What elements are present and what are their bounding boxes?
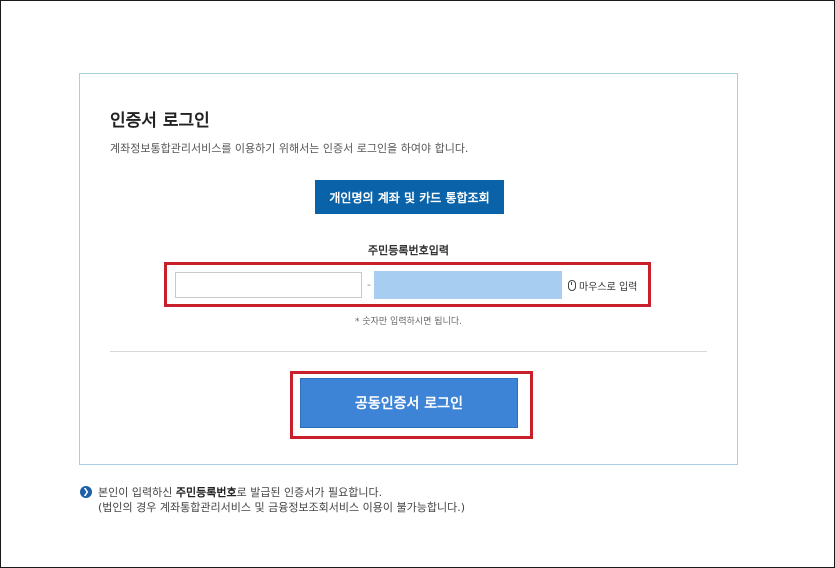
notice-line-2: (법인의 경우 계좌통합관리서비스 및 금융정보조회서비스 이용이 불가능합니다… xyxy=(98,501,466,514)
resident-number-separator: - xyxy=(367,278,371,291)
chevron-right-icon: ❯ xyxy=(80,486,92,498)
mouse-input-button[interactable]: 마우스로 입력 xyxy=(568,278,637,293)
mouse-icon xyxy=(568,280,576,291)
notice: ❯ 본인이 입력하신 주민등록번호로 발급된 인증서가 필요합니다. (법인의 … xyxy=(80,485,465,515)
notice-line-1-prefix: 본인이 입력하신 xyxy=(98,486,176,499)
numbers-only-hint: * 숫자만 입력하시면 됩니다. xyxy=(354,317,463,327)
notice-text: 본인이 입력하신 주민등록번호로 발급된 인증서가 필요합니다. (법인의 경우… xyxy=(98,485,465,515)
page-title: 인증서 로그인 xyxy=(110,111,210,131)
mouse-input-label: 마우스로 입력 xyxy=(579,282,638,293)
notice-line-1: 본인이 입력하신 주민등록번호로 발급된 인증서가 필요합니다. xyxy=(98,485,465,500)
certificate-login-button[interactable]: 공동인증서 로그인 xyxy=(300,378,518,428)
certificate-login-panel: 인증서 로그인 계좌정보통합관리서비스를 이용하기 위해서는 인증서 로그인을 … xyxy=(79,73,738,465)
resident-number-label: 주민등록번호입력 xyxy=(368,244,449,257)
notice-line-1-bold: 주민등록번호 xyxy=(175,486,237,499)
resident-number-front-input[interactable] xyxy=(175,272,362,298)
login-description: 계좌정보통합관리서비스를 이용하기 위해서는 인증서 로그인을 하여야 합니다. xyxy=(110,142,469,155)
personal-account-card-lookup-button[interactable]: 개인명의 계좌 및 카드 통합조회 xyxy=(315,180,504,214)
notice-line-1-suffix: 로 발급된 인증서가 필요합니다. xyxy=(236,486,383,499)
resident-number-back-input[interactable] xyxy=(374,271,562,299)
divider xyxy=(110,351,707,352)
